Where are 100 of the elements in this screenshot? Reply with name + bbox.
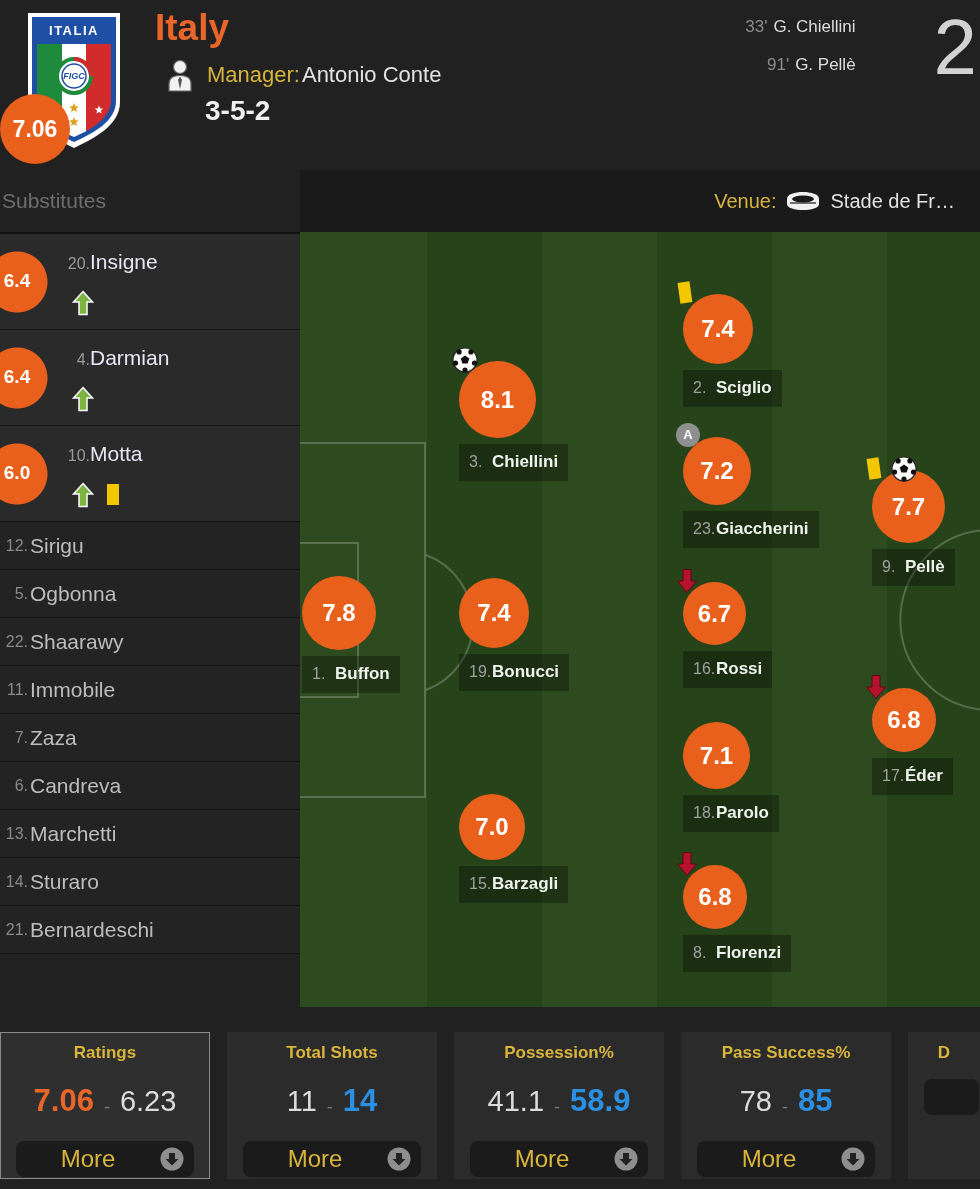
stat-card[interactable]: Total Shots 11 - 14 More xyxy=(227,1032,437,1179)
player-name: Rossi xyxy=(716,658,763,680)
shirt-number: 1. xyxy=(312,664,327,684)
rating-badge: 6.0 xyxy=(0,442,48,505)
goal-scorer: G. Chiellini xyxy=(773,17,856,36)
player-name: Sturaro xyxy=(30,868,99,895)
rating-badge: 6.8 xyxy=(683,865,747,929)
manager-name: Antonio Conte xyxy=(301,61,442,89)
player-name: Marchetti xyxy=(30,820,117,847)
shirt-number: 20. xyxy=(66,254,90,274)
player-name: Buffon xyxy=(335,663,390,685)
more-button[interactable]: More xyxy=(697,1140,875,1177)
player-name: Insigne xyxy=(90,249,158,275)
stat-title: D xyxy=(936,1042,952,1064)
shirt-number: 3. xyxy=(469,452,484,472)
player-name: Zaza xyxy=(30,724,77,751)
score: 2 xyxy=(933,8,977,86)
rating-badge: 6.8 xyxy=(872,688,936,752)
shirt-number: 2. xyxy=(693,378,708,398)
rating-badge: 7.1 xyxy=(683,722,750,789)
venue-label: Venue: xyxy=(714,189,777,214)
down-arrow-icon xyxy=(676,851,698,877)
rating-badge: 7.7 xyxy=(872,470,945,543)
stat-card[interactable]: Pass Success% 78 - 85 More xyxy=(681,1032,891,1179)
away-value: 6.23 xyxy=(119,1085,177,1117)
shirt-number: 23. xyxy=(693,519,716,539)
player-name: Sirigu xyxy=(30,532,84,559)
stat-card[interactable]: Possession% 41.1 - 58.9 More xyxy=(454,1032,664,1179)
value-separator: - xyxy=(103,1096,110,1117)
logo-title: ITALIA xyxy=(49,23,99,38)
player-name: Immobile xyxy=(30,676,116,703)
venue-name: Stade de Fr… xyxy=(830,189,955,214)
stat-card[interactable]: D xyxy=(908,1032,980,1179)
shirt-number: 18. xyxy=(693,803,716,823)
home-value: 78 xyxy=(739,1085,772,1117)
more-button[interactable]: More xyxy=(16,1140,194,1177)
rating-badge: 7.8 xyxy=(302,576,376,650)
away-value: 14 xyxy=(342,1083,378,1118)
stat-title: Total Shots xyxy=(285,1042,379,1064)
shirt-number: 6. xyxy=(13,775,28,796)
player-name: Parolo xyxy=(716,802,769,824)
manager-label: Manager: xyxy=(207,61,300,89)
player-name: Pellè xyxy=(905,556,945,578)
rating-badge: 6.4 xyxy=(0,346,48,409)
goal-minute: 91' xyxy=(766,55,790,74)
team-rating-badge: 7.06 xyxy=(0,94,70,164)
stadium-icon xyxy=(786,191,821,211)
letter-badge: A xyxy=(676,423,700,447)
shirt-number: 8. xyxy=(693,943,708,963)
substitutes-heading: Substitutes xyxy=(2,188,106,215)
goal-scorer: G. Pellè xyxy=(795,55,856,74)
goal-minute: 33' xyxy=(745,17,768,36)
player-name: Motta xyxy=(90,441,143,467)
rating-badge: 8.1 xyxy=(459,361,536,438)
shirt-number: 4. xyxy=(75,350,90,370)
up-arrow-icon xyxy=(72,289,94,316)
home-value: 11 xyxy=(286,1085,317,1117)
stat-card[interactable]: Ratings 7.06 - 6.23 More xyxy=(0,1032,210,1179)
shirt-number: 21. xyxy=(4,919,28,940)
formation: 3-5-2 xyxy=(205,94,272,128)
booking-card-icon xyxy=(676,280,694,306)
rating-badge: 6.7 xyxy=(683,582,746,645)
player-name: Ogbonna xyxy=(30,580,117,607)
shirt-number: 19. xyxy=(469,662,492,682)
shirt-number: 12. xyxy=(4,535,28,556)
shirt-number: 17. xyxy=(882,766,905,786)
shirt-number: 11. xyxy=(5,679,28,700)
shirt-number: 10. xyxy=(66,446,90,466)
player-name: Sciglio xyxy=(716,377,772,399)
shirt-number: 5. xyxy=(13,583,28,604)
more-button[interactable]: More xyxy=(243,1140,421,1177)
football-icon xyxy=(891,456,917,482)
team-name: Italy xyxy=(155,6,231,50)
player-name: Florenzi xyxy=(716,942,782,964)
shirt-number: 9. xyxy=(882,557,897,577)
player-name: Éder xyxy=(905,765,943,787)
booking-card-icon xyxy=(865,456,883,482)
value-separator: - xyxy=(554,1096,561,1117)
logo-monogram: FIGC xyxy=(63,71,85,81)
stat-title: Possession% xyxy=(503,1042,615,1064)
more-button[interactable]: More xyxy=(470,1140,648,1177)
player-name: Candreva xyxy=(30,772,122,799)
rating-badge: 7.4 xyxy=(683,294,753,364)
manager-icon xyxy=(167,58,193,92)
down-arrow-icon xyxy=(676,568,698,594)
player-name: Darmian xyxy=(90,345,170,371)
rating-badge: 7.0 xyxy=(459,794,525,860)
stat-title: Pass Success% xyxy=(720,1042,852,1064)
booking-card-icon xyxy=(104,481,122,508)
player-name: Barzagli xyxy=(492,873,559,895)
player-name: Giaccherini xyxy=(716,518,809,540)
rating-badge: 6.4 xyxy=(0,250,48,313)
shirt-number: 13. xyxy=(4,823,28,844)
stat-title: Ratings xyxy=(72,1042,138,1064)
up-arrow-icon xyxy=(72,481,94,508)
player-name: Bernardeschi xyxy=(30,916,154,943)
shirt-number: 15. xyxy=(469,874,492,894)
down-arrow-icon xyxy=(865,674,887,700)
up-arrow-icon xyxy=(72,385,94,412)
player-name: Bonucci xyxy=(492,661,560,683)
